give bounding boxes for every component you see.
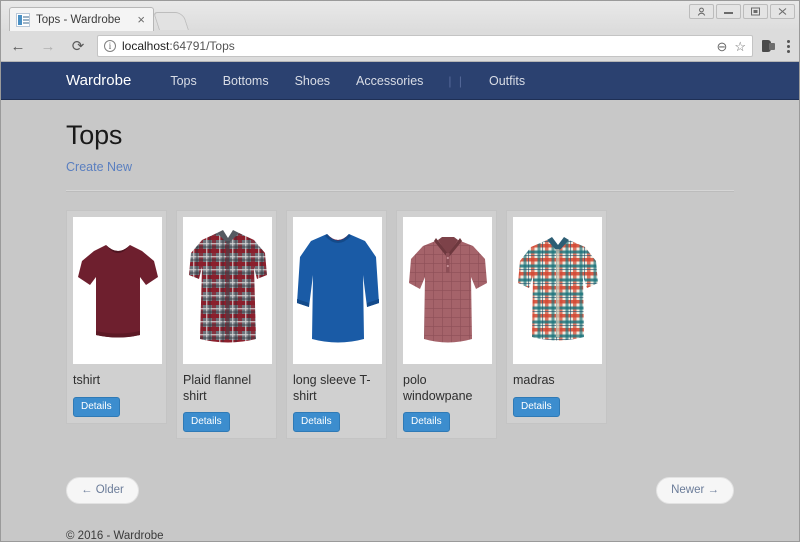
page-viewport: Wardrobe Tops Bottoms Shoes Accessories …	[1, 62, 799, 541]
longsleeve-illustration	[296, 233, 379, 342]
window-controls	[689, 4, 795, 19]
browser-toolbar: ← → ⟳ i localhost:64791/Tops ⊖ ☆	[1, 31, 799, 62]
nav-link-shoes[interactable]: Shoes	[282, 74, 343, 88]
browser-window: Tops - Wardrobe × ← → ⟳ i localhost:6479…	[0, 0, 800, 542]
card-tshirt[interactable]: tshirt Details	[66, 210, 167, 424]
zoom-icon[interactable]: ⊖	[716, 40, 727, 53]
bookmark-star-icon[interactable]: ☆	[734, 40, 746, 53]
card-long-sleeve-tshirt[interactable]: long sleeve T-shirt Details	[286, 210, 387, 440]
card-image-plaid-flannel	[183, 217, 272, 364]
window-minimize-button[interactable]	[716, 4, 741, 19]
card-title: madras	[513, 373, 555, 387]
site-navbar: Wardrobe Tops Bottoms Shoes Accessories …	[1, 62, 799, 100]
url-path: :64791/Tops	[169, 39, 235, 53]
tshirt-illustration	[77, 244, 158, 337]
browser-tab[interactable]: Tops - Wardrobe ×	[9, 7, 154, 31]
url-text: localhost:64791/Tops	[122, 39, 235, 53]
page-footer: © 2016 - Wardrobe About|Contact	[66, 530, 734, 541]
card-title: Plaid flannel shirt	[183, 373, 252, 403]
content-divider	[66, 190, 734, 192]
address-bar[interactable]: i localhost:64791/Tops ⊖ ☆	[97, 35, 753, 57]
details-button[interactable]: Details	[293, 412, 340, 433]
card-image-long-sleeve	[293, 217, 382, 364]
older-button[interactable]: ← Older	[66, 477, 139, 505]
tab-title: Tops - Wardrobe	[36, 13, 121, 26]
back-button[interactable]: ←	[7, 35, 29, 57]
tab-close-icon[interactable]: ×	[135, 13, 147, 26]
nav-link-accessories[interactable]: Accessories	[343, 74, 436, 88]
new-tab-button[interactable]	[153, 12, 189, 30]
site-info-icon[interactable]: i	[104, 40, 116, 52]
card-image-polo	[403, 217, 492, 364]
card-grid: tshirt Details Plaid flannel shirt Detai…	[66, 210, 734, 440]
details-button[interactable]: Details	[73, 397, 120, 417]
page-content: Tops Create New tshirt Details Plaid fla…	[1, 120, 799, 541]
plaid-flannel-illustration	[188, 230, 267, 343]
polo-illustration	[408, 236, 487, 342]
card-plaid-flannel-shirt[interactable]: Plaid flannel shirt Details	[176, 210, 277, 440]
create-new-link[interactable]: Create New	[66, 160, 132, 174]
card-image-tshirt	[73, 217, 162, 364]
brand-link[interactable]: Wardrobe	[66, 72, 131, 89]
card-image-madras	[513, 217, 602, 364]
page-title: Tops	[66, 120, 123, 150]
card-title: polo windowpane	[403, 373, 473, 403]
copyright-text: © 2016 - Wardrobe	[66, 530, 164, 541]
details-button[interactable]: Details	[403, 412, 450, 433]
nav-link-bottoms[interactable]: Bottoms	[210, 74, 282, 88]
window-maximize-button[interactable]	[743, 4, 768, 19]
card-madras[interactable]: madras Details	[506, 210, 607, 424]
profile-icon[interactable]	[689, 4, 714, 19]
card-title: long sleeve T-shirt	[293, 373, 371, 403]
card-polo-windowpane[interactable]: polo windowpane Details	[396, 210, 497, 440]
card-title: tshirt	[73, 373, 101, 387]
nav-link-tops[interactable]: Tops	[157, 74, 209, 88]
reload-button[interactable]: ⟳	[67, 35, 89, 57]
url-host: localhost	[122, 39, 170, 53]
pagination: ← Older Newer →	[66, 477, 734, 505]
extension-icon[interactable]	[761, 39, 776, 54]
omnibox-actions: ⊖ ☆	[716, 40, 746, 53]
window-close-button[interactable]	[770, 4, 795, 19]
browser-titlebar: Tops - Wardrobe ×	[1, 1, 799, 31]
nav-separator: | |	[448, 73, 464, 88]
madras-illustration	[517, 236, 598, 340]
newer-button[interactable]: Newer →	[656, 477, 734, 505]
browser-menu-icon[interactable]	[784, 39, 793, 53]
nav-link-outfits[interactable]: Outfits	[476, 74, 538, 88]
forward-button[interactable]: →	[37, 35, 59, 57]
favicon-icon	[16, 12, 30, 27]
details-button[interactable]: Details	[183, 412, 230, 433]
details-button[interactable]: Details	[513, 397, 560, 417]
